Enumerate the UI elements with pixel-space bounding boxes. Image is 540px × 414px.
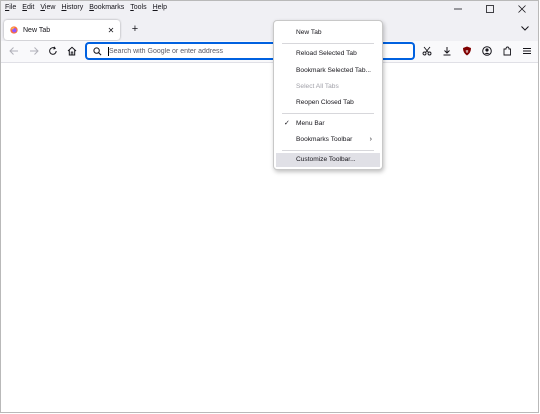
search-icon [93,47,102,56]
tab-title: New Tab [23,26,51,34]
minimize-button[interactable] [442,1,474,17]
maximize-icon [486,5,494,13]
window-controls [442,1,538,17]
menu-item-label: Select All Tabs [296,83,339,90]
menu-view[interactable]: View [40,4,55,11]
new-tab-button[interactable]: + [128,22,142,36]
firefox-icon [10,26,18,34]
reload-button[interactable] [46,44,60,58]
svg-text:u: u [466,49,469,54]
downloads-button[interactable] [440,44,454,58]
menu-item-label: Reopen Closed Tab [296,99,354,106]
menu-item-new-tab[interactable]: New Tab [276,26,380,40]
home-icon [67,46,77,56]
forward-arrow-icon [30,47,39,55]
menu-item-reload-selected-tab[interactable]: Reload Selected Tab [276,47,380,61]
menu-item-label: Bookmark Selected Tab... [296,67,372,74]
menu-item-bookmark-selected-tab[interactable]: Bookmark Selected Tab... [276,64,380,78]
screenshot-icon [422,46,432,56]
extensions-button[interactable] [500,44,514,58]
menu-separator [282,113,374,114]
tab-new-tab[interactable]: New Tab ✕ [4,20,120,40]
browser-window: File Edit View History Bookmarks Tools H… [0,0,539,413]
reload-icon [49,46,57,55]
forward-button[interactable] [27,44,41,58]
menu-item-label: New Tab [296,29,322,36]
menu-bar: File Edit View History Bookmarks Tools H… [5,4,167,11]
checkmark-icon: ✓ [284,120,290,127]
menu-file[interactable]: File [5,4,16,11]
menu-edit[interactable]: Edit [22,4,34,11]
menu-item-select-all-tabs: Select All Tabs [276,80,380,94]
app-menu-button[interactable] [520,44,534,58]
ublock-shield-icon: u [463,46,471,56]
back-button[interactable] [7,44,21,58]
close-tab-icon[interactable]: ✕ [106,26,116,35]
menu-item-label: Menu Bar [296,120,325,127]
menu-history[interactable]: History [61,4,83,11]
menu-item-menu-bar[interactable]: ✓ Menu Bar [276,117,380,131]
menu-separator [282,150,374,151]
title-bar: File Edit View History Bookmarks Tools H… [1,1,538,17]
minimize-icon [454,8,462,10]
chevron-right-icon: › [369,136,372,143]
menu-separator [282,43,374,44]
downloads-icon [443,47,451,56]
close-icon [518,5,526,13]
extensions-icon [503,46,511,56]
menu-item-label: Customize Toolbar... [296,156,356,163]
menu-item-customize-toolbar[interactable]: Customize Toolbar... [276,153,380,167]
chevron-down-icon[interactable] [520,23,530,33]
tab-strip: New Tab ✕ + [1,17,538,41]
hamburger-menu-icon [523,48,531,54]
ublock-button[interactable]: u [460,44,474,58]
menu-item-label: Bookmarks Toolbar [296,136,353,143]
tab-context-menu: New Tab Reload Selected Tab Bookmark Sel… [273,20,383,170]
maximize-button[interactable] [474,1,506,17]
close-window-button[interactable] [506,1,538,17]
plus-icon: + [131,23,139,35]
menu-help[interactable]: Help [153,4,167,11]
back-arrow-icon [9,47,18,55]
menu-item-reopen-closed-tab[interactable]: Reopen Closed Tab [276,96,380,110]
menu-bookmarks[interactable]: Bookmarks [89,4,124,11]
menu-tools[interactable]: Tools [130,4,146,11]
menu-item-bookmarks-toolbar[interactable]: Bookmarks Toolbar › [276,133,380,147]
menu-item-label: Reload Selected Tab [296,50,357,57]
account-button[interactable] [480,44,494,58]
page-content [1,63,538,412]
home-button[interactable] [65,44,79,58]
navigation-toolbar: u [1,41,538,63]
screenshot-button[interactable] [420,44,434,58]
account-icon [482,46,492,56]
